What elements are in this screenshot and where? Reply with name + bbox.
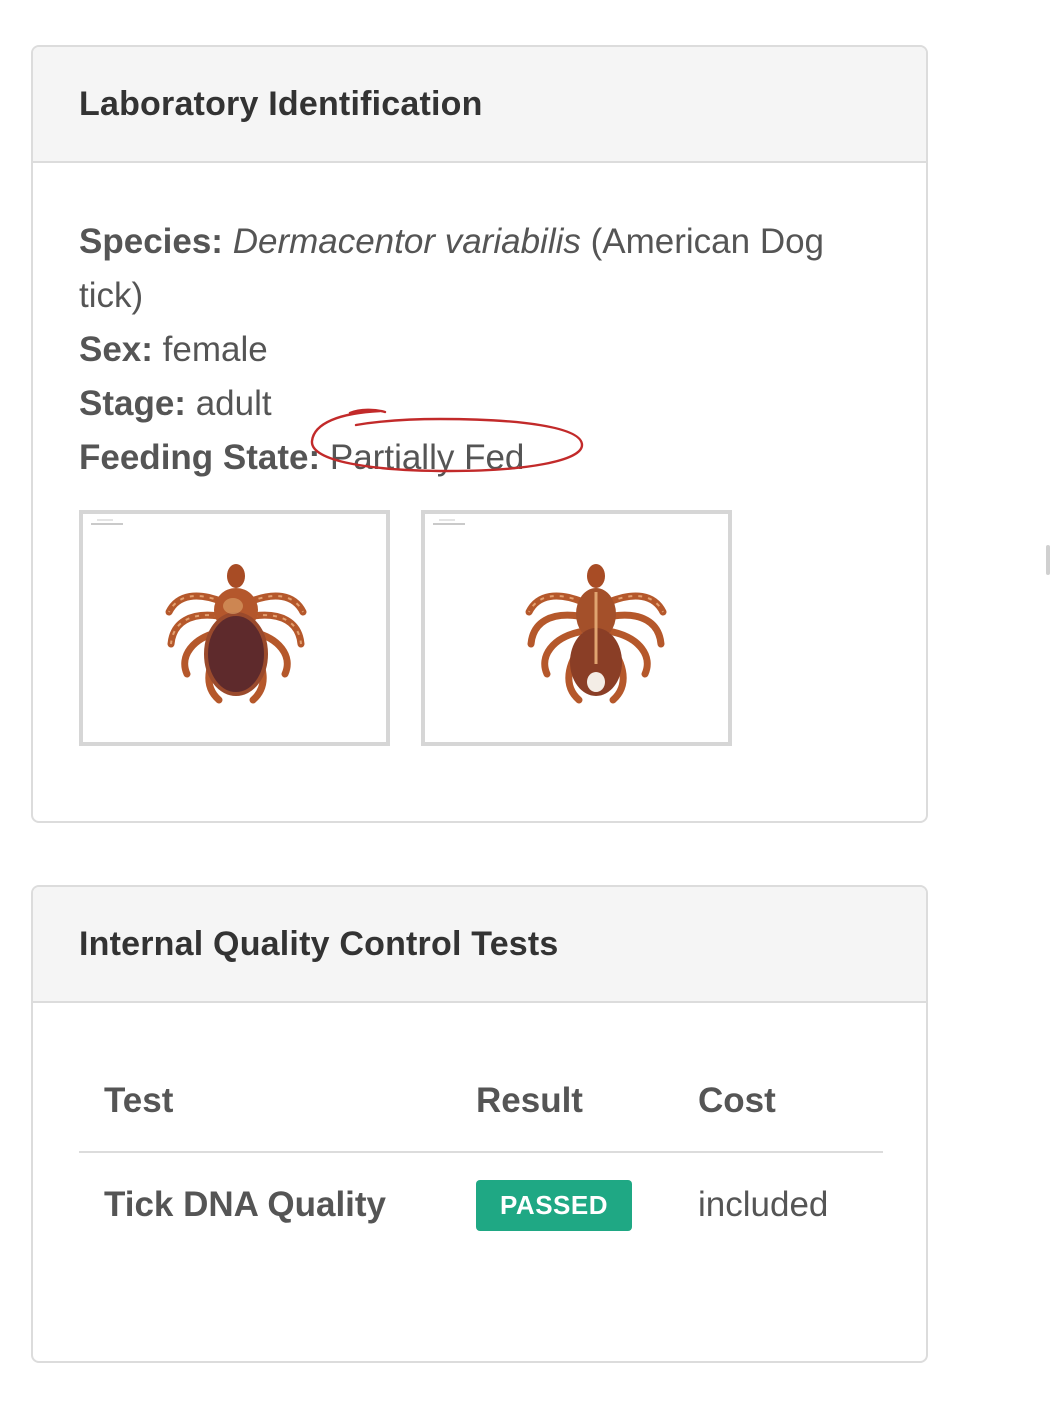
stage-value: adult	[195, 384, 272, 423]
column-header-test: Test	[79, 1051, 476, 1153]
tick-ventral-image	[425, 514, 728, 742]
tick-photo-ventral[interactable]	[421, 510, 732, 746]
panel-header: Laboratory Identification	[33, 47, 926, 163]
scroll-edge-marker	[1046, 545, 1050, 575]
column-header-cost: Cost	[698, 1051, 883, 1153]
cost-cell: included	[698, 1185, 829, 1224]
table-header-row: Test Result Cost	[79, 1051, 883, 1153]
tick-dorsal-image	[83, 514, 386, 742]
stage-row: Stage: adult	[79, 377, 839, 431]
feeding-state-row: Feeding State: Partially Fed	[79, 408, 839, 485]
lab-identification-panel: Laboratory Identification Species: Derma…	[31, 45, 928, 823]
sex-value: female	[162, 330, 268, 369]
panel-header: Internal Quality Control Tests	[33, 887, 926, 1003]
result-cell: PASSED	[476, 1152, 698, 1257]
feeding-state-value-wrap: Partially Fed	[310, 408, 584, 485]
sex-row: Sex: female	[79, 323, 839, 377]
status-badge: PASSED	[476, 1179, 632, 1231]
species-label: Species:	[79, 222, 223, 261]
species-row: Species: Dermacentor variabilis (America…	[79, 215, 839, 323]
species-scientific-name: Dermacentor variabilis	[232, 222, 581, 261]
tick-photo-dorsal[interactable]	[79, 510, 390, 746]
table-row: Tick DNA Quality PASSED included	[79, 1152, 883, 1257]
stage-label: Stage:	[79, 384, 186, 423]
test-name-cell: Tick DNA Quality	[104, 1185, 387, 1224]
quality-control-panel: Internal Quality Control Tests Test Resu…	[31, 885, 928, 1363]
panel-title: Internal Quality Control Tests	[79, 924, 559, 963]
sex-label: Sex:	[79, 330, 153, 369]
feeding-state-label: Feeding State:	[79, 438, 321, 477]
identification-details: Species: Dermacentor variabilis (America…	[79, 215, 839, 485]
qc-tests-table: Test Result Cost Tick DNA Quality PASSED…	[79, 1051, 883, 1257]
panel-title: Laboratory Identification	[79, 84, 483, 123]
column-header-result: Result	[476, 1051, 698, 1153]
feeding-state-value: Partially Fed	[329, 438, 525, 477]
